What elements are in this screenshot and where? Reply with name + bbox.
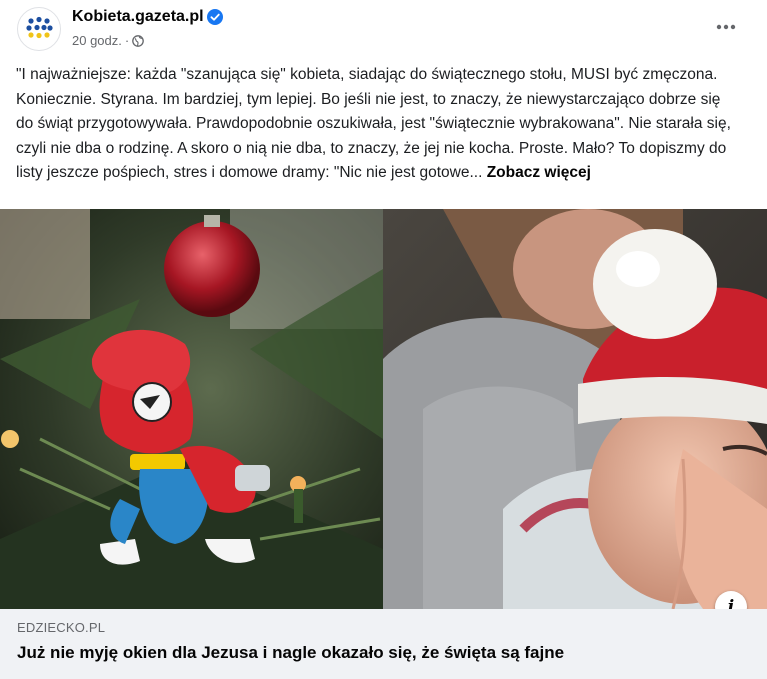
post-text: "I najważniejsze: każda "szanująca się" … xyxy=(16,66,731,182)
globe-icon[interactable] xyxy=(132,35,145,47)
post-header: Kobieta.gazeta.pl 20 godz. · xyxy=(0,0,767,60)
link-title[interactable]: Już nie myję okien dla Jezusa i nagle ok… xyxy=(17,643,564,663)
facebook-post: Kobieta.gazeta.pl 20 godz. · "I najważnie… xyxy=(0,0,767,679)
christmas-tree-toy-photo xyxy=(0,209,383,609)
post-image[interactable] xyxy=(0,209,767,609)
link-preview[interactable]: EDZIECKO.PL Już nie myję okien dla Jezus… xyxy=(0,609,767,679)
child-in-santa-hat-photo xyxy=(383,209,767,609)
post-body: "I najważniejsze: każda "szanująca się" … xyxy=(16,63,741,186)
post-timestamp[interactable]: 20 godz. xyxy=(72,33,122,48)
post-meta: 20 godz. · xyxy=(72,33,145,48)
page-logo-icon xyxy=(26,16,53,39)
more-options-button[interactable] xyxy=(706,12,746,42)
page-avatar[interactable] xyxy=(17,7,61,51)
see-more-link[interactable]: Zobacz więcej xyxy=(487,164,591,181)
meta-separator: · xyxy=(124,33,130,48)
page-name-link[interactable]: Kobieta.gazeta.pl xyxy=(72,8,204,26)
verified-badge-icon xyxy=(207,9,223,25)
more-options-icon xyxy=(716,24,736,30)
link-domain: EDZIECKO.PL xyxy=(17,620,106,635)
